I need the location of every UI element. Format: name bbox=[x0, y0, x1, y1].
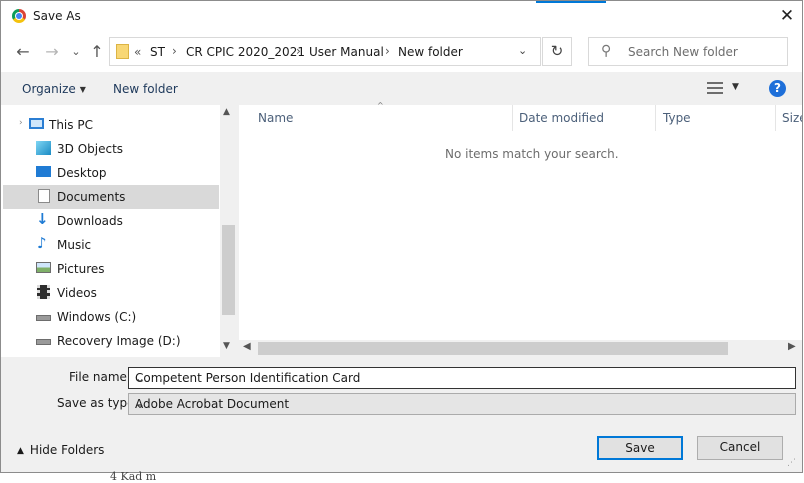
scrollbar-thumb[interactable] bbox=[258, 342, 728, 355]
tree-item-videos[interactable]: Videos bbox=[3, 281, 219, 305]
navigation-bar: ← → ⌄ ↑ « ST › CR CPIC 2020_2021 › User … bbox=[1, 32, 802, 72]
videos-icon bbox=[37, 285, 50, 299]
breadcrumb-separator: › bbox=[385, 44, 390, 58]
tree-item-label: Music bbox=[57, 238, 92, 252]
tree-item-windows-c[interactable]: Windows (C:) bbox=[3, 305, 219, 329]
column-header-type[interactable]: Type bbox=[656, 105, 775, 131]
back-button[interactable]: ← bbox=[12, 42, 34, 62]
refresh-button[interactable]: ↻ bbox=[542, 37, 572, 66]
tree-item-label: Downloads bbox=[57, 214, 123, 228]
hide-folders-label: Hide Folders bbox=[29, 443, 105, 457]
forward-button[interactable]: → bbox=[41, 42, 63, 62]
breadcrumb-cr-cpic[interactable]: CR CPIC 2020_2021 bbox=[186, 45, 305, 59]
tree-item-label: Documents bbox=[57, 190, 126, 204]
organize-label: Organize bbox=[22, 82, 76, 96]
breadcrumb-separator: › bbox=[172, 44, 177, 58]
chevron-right-icon[interactable]: › bbox=[19, 118, 23, 128]
breadcrumb-separator: › bbox=[296, 44, 301, 58]
tree-item-label: Windows (C:) bbox=[57, 310, 137, 324]
organize-button[interactable]: Organize ▼ bbox=[22, 82, 86, 96]
hide-folders-button[interactable]: ▲ Hide Folders bbox=[17, 443, 104, 457]
empty-list-message: No items match your search. bbox=[445, 147, 619, 161]
save-as-dialog: Save As ✕ ← → ⌄ ↑ « ST › CR CPIC 2020_20… bbox=[0, 0, 803, 473]
column-header-date-modified[interactable]: Date modified bbox=[513, 105, 655, 131]
recent-locations-button[interactable]: ⌄ bbox=[65, 42, 87, 62]
scroll-right-icon[interactable]: ▶ bbox=[788, 341, 796, 352]
search-input[interactable]: ⚲ Search New folder bbox=[588, 37, 788, 66]
drive-icon bbox=[36, 339, 51, 345]
column-header-name[interactable]: Name bbox=[239, 105, 512, 131]
drive-icon bbox=[36, 315, 51, 321]
window-title: Save As bbox=[33, 9, 81, 23]
save-as-type-select[interactable]: Adobe Acrobat Document ⌄ bbox=[128, 393, 796, 415]
search-placeholder: Search New folder bbox=[628, 45, 738, 59]
breadcrumb-new-folder[interactable]: New folder bbox=[398, 45, 463, 59]
resize-grip-icon[interactable]: ⋰ bbox=[787, 458, 796, 468]
column-header-label: Type bbox=[663, 111, 691, 125]
column-header-size[interactable]: Size bbox=[776, 105, 802, 131]
tree-item-music[interactable]: ♪ Music bbox=[3, 233, 219, 257]
breadcrumb-overflow[interactable]: « bbox=[134, 45, 141, 59]
search-icon: ⚲ bbox=[601, 43, 612, 59]
tree-item-recovery-d[interactable]: Recovery Image (D:) bbox=[3, 329, 219, 353]
download-icon: ↓ bbox=[36, 210, 49, 228]
save-as-type-label: Save as type: bbox=[57, 396, 139, 410]
tree-item-label: Desktop bbox=[57, 166, 107, 180]
scroll-down-icon[interactable]: ▼ bbox=[223, 341, 230, 351]
file-name-field[interactable]: Competent Person Identification Card ⌄ bbox=[128, 367, 796, 389]
tree-item-label: Pictures bbox=[57, 262, 105, 276]
column-header-label: Date modified bbox=[519, 111, 605, 125]
computer-icon bbox=[29, 118, 44, 129]
cancel-button[interactable]: Cancel bbox=[697, 436, 783, 460]
scroll-left-icon[interactable]: ◀ bbox=[243, 341, 251, 352]
folder-icon bbox=[116, 44, 129, 59]
command-bar: Organize ▼ New folder ▼ ? bbox=[1, 72, 802, 105]
cube-icon bbox=[36, 141, 51, 155]
close-button[interactable]: ✕ bbox=[774, 4, 800, 28]
music-icon: ♪ bbox=[37, 234, 47, 252]
file-list-scrollbar[interactable]: ◀ ▶ bbox=[239, 340, 802, 357]
accent-strip bbox=[536, 1, 606, 3]
tree-item-downloads[interactable]: ↓ Downloads bbox=[3, 209, 219, 233]
file-name-label: File name: bbox=[69, 370, 131, 384]
tree-item-this-pc[interactable]: › This PC bbox=[3, 113, 219, 137]
chevron-up-icon: ▲ bbox=[17, 446, 24, 456]
new-folder-button[interactable]: New folder bbox=[113, 82, 178, 96]
view-options-icon[interactable] bbox=[707, 81, 723, 95]
save-button[interactable]: Save bbox=[597, 436, 683, 460]
chrome-icon bbox=[12, 9, 26, 23]
help-icon[interactable]: ? bbox=[769, 80, 786, 97]
tree-item-label: Videos bbox=[57, 286, 97, 300]
scrollbar-thumb[interactable] bbox=[222, 225, 235, 315]
caret-down-icon: ▼ bbox=[79, 85, 86, 94]
navigation-scrollbar[interactable]: ▲ ▼ bbox=[220, 105, 236, 357]
tree-item-3d-objects[interactable]: 3D Objects bbox=[3, 137, 219, 161]
tree-item-label: 3D Objects bbox=[57, 142, 124, 156]
documents-icon bbox=[38, 189, 50, 203]
title-bar: Save As ✕ bbox=[1, 1, 802, 32]
up-button[interactable]: ↑ bbox=[86, 42, 108, 62]
navigation-pane: › This PC 3D Objects Desktop Documents ↓… bbox=[1, 105, 236, 357]
chevron-down-icon[interactable]: ⌄ bbox=[135, 371, 790, 385]
caret-down-icon[interactable]: ▼ bbox=[732, 82, 739, 92]
address-bar[interactable]: « ST › CR CPIC 2020_2021 › User Manual ›… bbox=[109, 37, 541, 66]
pictures-icon bbox=[36, 262, 51, 273]
breadcrumb-st[interactable]: ST bbox=[150, 45, 165, 59]
tree-item-documents[interactable]: Documents bbox=[3, 185, 219, 209]
breadcrumb-user-manual[interactable]: User Manual bbox=[309, 45, 384, 59]
column-header-label: Size bbox=[782, 111, 802, 125]
chevron-down-icon[interactable]: ⌄ bbox=[518, 44, 527, 57]
chevron-down-icon[interactable]: ⌄ bbox=[135, 397, 790, 411]
desktop-icon bbox=[36, 166, 51, 177]
scroll-up-icon[interactable]: ▲ bbox=[223, 107, 230, 117]
tree-item-pictures[interactable]: Pictures bbox=[3, 257, 219, 281]
file-list: ^ Name Date modified Type Size No items … bbox=[239, 101, 802, 357]
tree-item-label: Recovery Image (D:) bbox=[57, 334, 181, 348]
column-header-label: Name bbox=[258, 111, 294, 125]
tree-item-label: This PC bbox=[49, 118, 93, 132]
tree-item-desktop[interactable]: Desktop bbox=[3, 161, 219, 185]
